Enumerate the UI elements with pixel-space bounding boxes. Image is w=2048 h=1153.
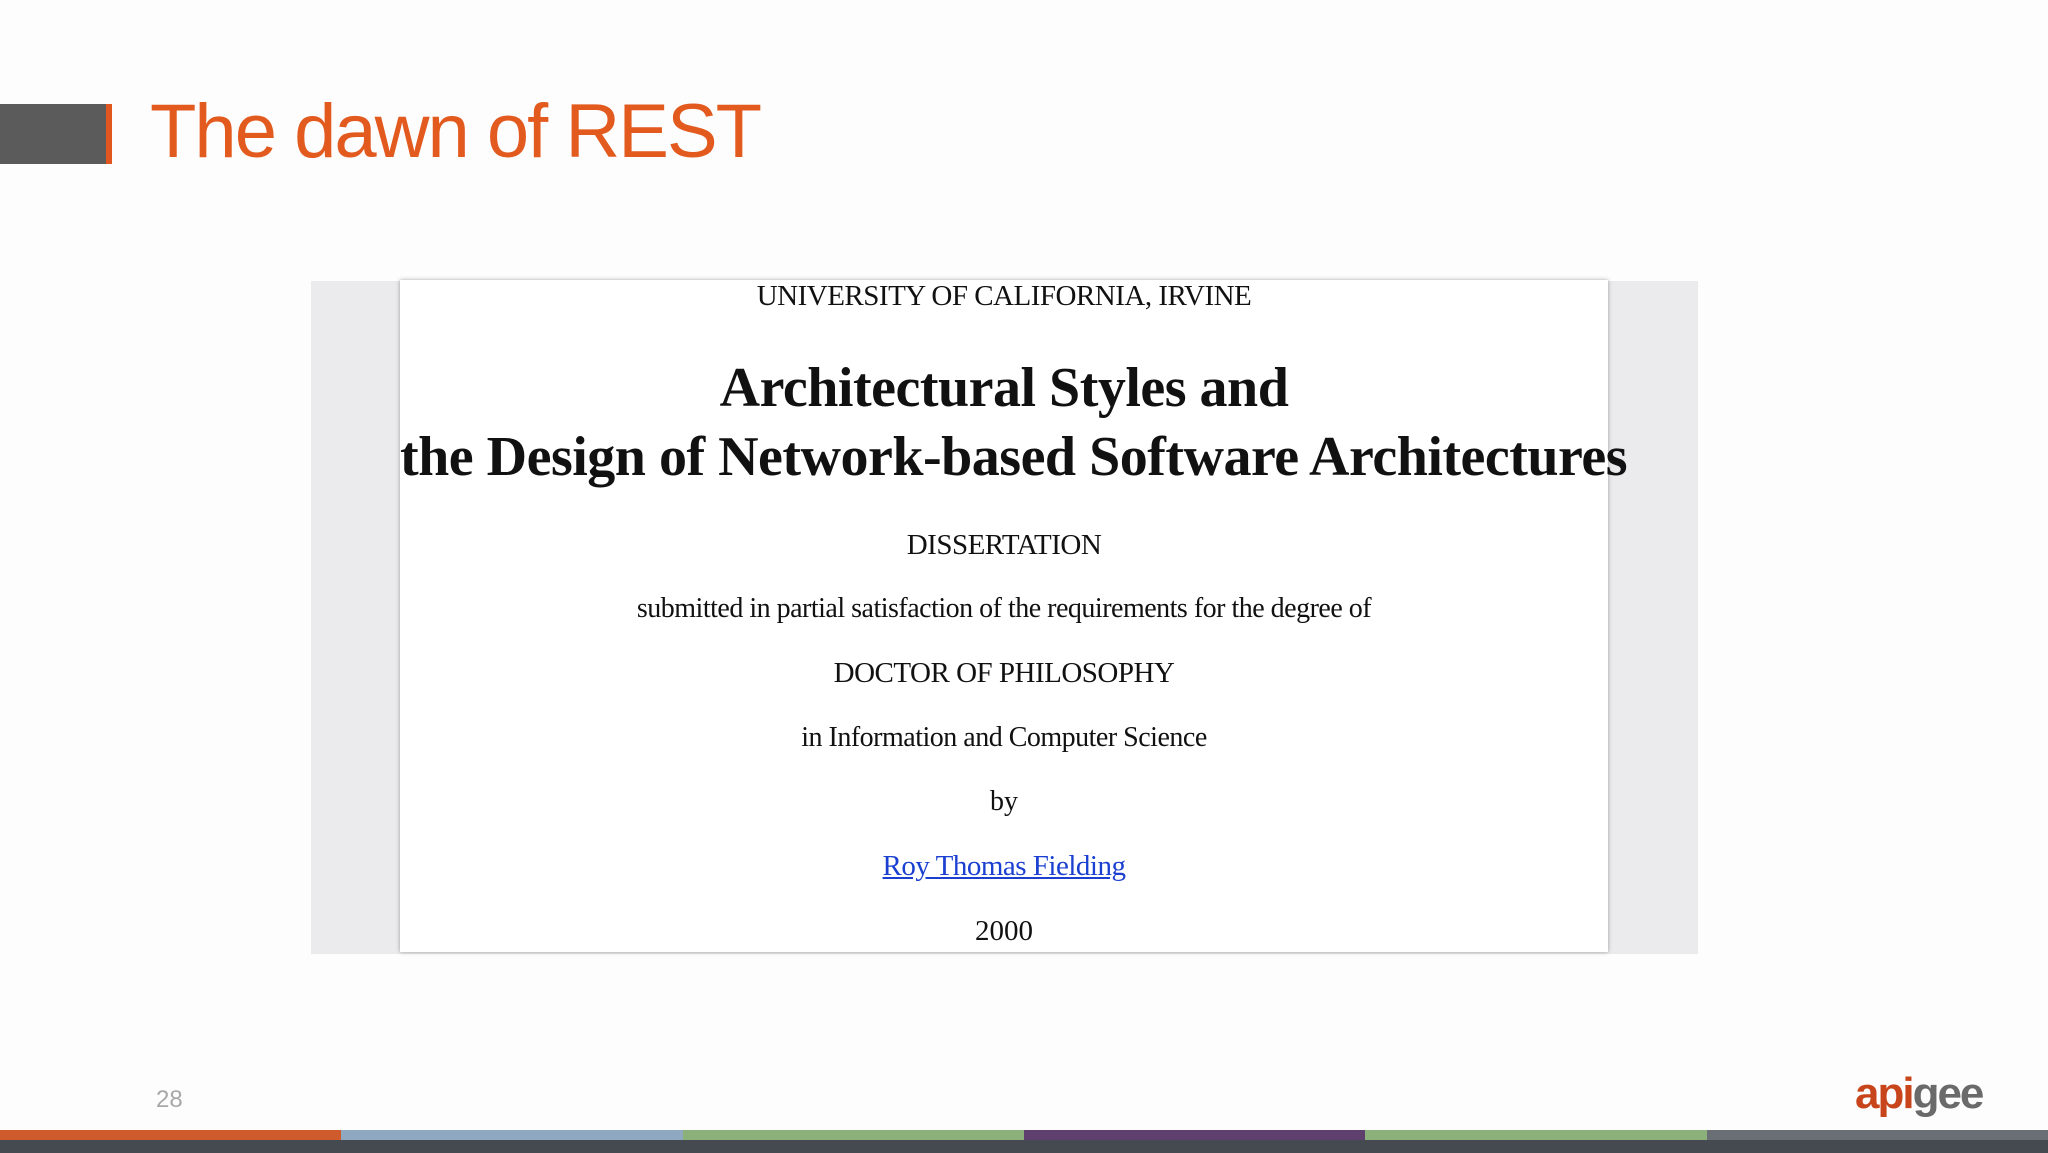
degree-name: DOCTOR OF PHILOSOPHY xyxy=(833,657,1175,689)
university-name: UNIVERSITY OF CALIFORNIA, IRVINE xyxy=(756,280,1252,312)
footer-base-bar xyxy=(0,1140,2048,1153)
field-of-study: in Information and Computer Science xyxy=(801,722,1207,753)
author-link[interactable]: Roy Thomas Fielding xyxy=(883,850,1126,882)
footer-stripe-5 xyxy=(1365,1130,1707,1140)
document-type: DISSERTATION xyxy=(906,529,1102,561)
footer-stripe-1 xyxy=(0,1130,342,1140)
dissertation-title-line-1: Architectural Styles and xyxy=(719,357,1289,419)
logo-part-2: gee xyxy=(1912,1069,1985,1118)
logo-part-1: api xyxy=(1855,1069,1915,1118)
dissertation-title-line-2: the Design of Network-based Software Arc… xyxy=(400,426,1628,488)
footer-stripe-6 xyxy=(1706,1130,2048,1140)
title-accent-bar xyxy=(106,104,112,164)
slide-number: 28 xyxy=(156,1086,183,1113)
footer-stripe-4 xyxy=(1023,1130,1366,1140)
submission-statement: submitted in partial satisfaction of the… xyxy=(636,593,1372,624)
slide-title: The dawn of REST xyxy=(150,89,762,174)
footer-stripe-3 xyxy=(682,1130,1024,1140)
title-bar-block xyxy=(0,104,108,164)
year: 2000 xyxy=(975,915,1033,947)
footer-stripe-2 xyxy=(341,1130,683,1140)
apigee-logo: apigee xyxy=(1855,1069,1985,1118)
dissertation-title-page: UNIVERSITY OF CALIFORNIA, IRVINE Archite… xyxy=(400,280,1628,952)
author: Roy Thomas Fielding xyxy=(400,850,1608,883)
footer-color-stripes xyxy=(0,1130,2048,1140)
by-label: by xyxy=(990,786,1018,817)
